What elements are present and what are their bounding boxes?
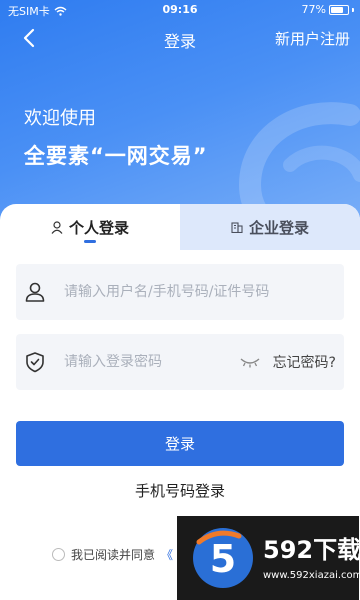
battery-fill <box>331 6 343 13</box>
tab-personal-login[interactable]: 个人登录 <box>0 204 180 250</box>
phone-login-link[interactable]: 手机号码登录 <box>0 480 360 501</box>
username-input[interactable] <box>64 284 344 300</box>
battery-tip <box>352 7 354 12</box>
svg-text:5: 5 <box>210 537 236 581</box>
watermark-text: 592下载 www.592xiazai.com <box>263 536 360 581</box>
agreement-text: 我已阅读并同意 <box>71 548 156 562</box>
agreement-checkbox[interactable] <box>52 548 65 561</box>
register-link[interactable]: 新用户注册 <box>275 28 350 49</box>
watermark-title: 592下载 <box>263 535 360 564</box>
battery-icon <box>329 4 349 15</box>
person-icon <box>51 220 63 234</box>
watermark-logo-icon: 5 <box>193 528 253 588</box>
eye-closed-icon[interactable] <box>239 355 261 369</box>
watermark-overlay: 5 592下载 www.592xiazai.com <box>177 516 360 600</box>
tab-enterprise-label: 企业登录 <box>248 218 309 237</box>
agreement-row: 我已阅读并同意 《 <box>52 546 173 563</box>
nav-bar: 登录 新用户注册 <box>0 24 360 54</box>
login-button[interactable]: 登录 <box>16 421 344 466</box>
status-bar: 无SIM卡 09:16 77% <box>0 0 360 20</box>
slogan-text: 全要素“一网交易” <box>24 144 208 168</box>
watermark-url: www.592xiazai.com <box>263 569 360 581</box>
forgot-password-link[interactable]: 忘记密码? <box>273 352 336 372</box>
tab-personal-label: 个人登录 <box>68 218 129 237</box>
username-field <box>16 264 344 320</box>
welcome-text: 欢迎使用 <box>24 108 96 129</box>
building-icon <box>231 222 243 233</box>
password-field: 忘记密码? <box>16 334 344 390</box>
status-right: 77% <box>302 3 354 16</box>
user-icon <box>25 282 45 302</box>
battery-percent: 77% <box>301 3 326 16</box>
tab-enterprise-login[interactable]: 企业登录 <box>180 204 360 250</box>
agreement-link[interactable]: 《 <box>161 546 173 563</box>
password-input[interactable] <box>64 354 239 370</box>
shield-icon <box>26 352 44 373</box>
tab-active-indicator <box>84 240 96 243</box>
